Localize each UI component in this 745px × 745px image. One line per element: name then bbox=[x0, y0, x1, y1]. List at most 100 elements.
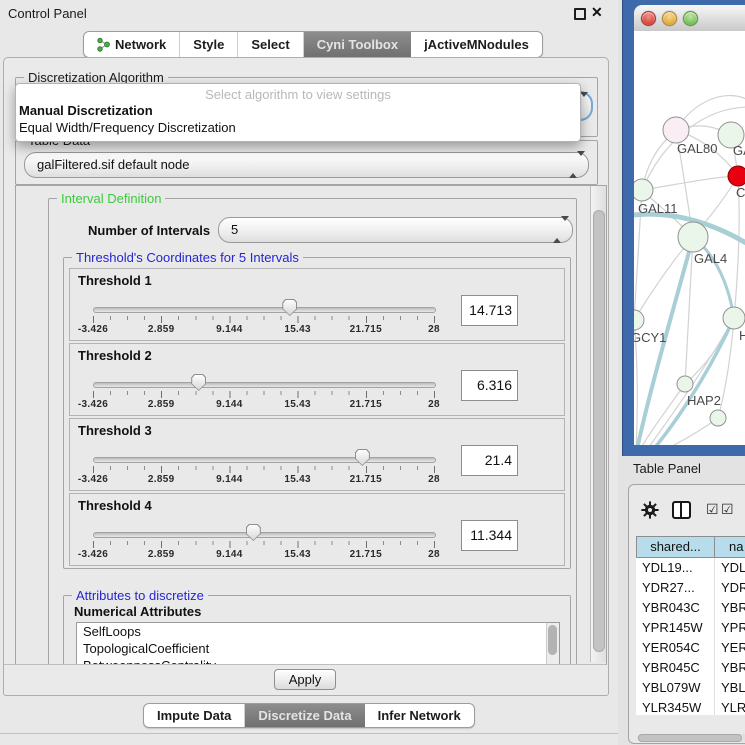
slider-tick-label: 21.715 bbox=[350, 474, 382, 485]
table-row[interactable]: YBL079WYBL0 bbox=[636, 678, 745, 698]
attribute-list-item[interactable]: SelfLoops bbox=[77, 623, 559, 640]
table-row[interactable]: YBR045CYBR0 bbox=[636, 658, 745, 678]
list-scrollbar[interactable] bbox=[546, 623, 559, 665]
network-edge[interactable] bbox=[642, 176, 738, 190]
table-cell: YDL1 bbox=[715, 558, 745, 578]
table-cell: YDR2 bbox=[715, 578, 745, 598]
network-node-gcy1[interactable] bbox=[634, 310, 644, 330]
slider-tick-label: 15.43 bbox=[284, 324, 311, 335]
network-node-label: GA bbox=[733, 143, 745, 158]
table-data-group: Table Data galFiltered.sif default node bbox=[15, 140, 598, 185]
table-settings-gear-icon[interactable] bbox=[641, 501, 659, 519]
number-of-intervals-label: Number of Intervals bbox=[88, 223, 210, 238]
settings-vertical-scrollbar[interactable] bbox=[590, 186, 606, 662]
select-column-checkbox-icon[interactable]: ☑ bbox=[706, 501, 719, 517]
list-scrollbar-thumb[interactable] bbox=[548, 625, 557, 655]
number-of-intervals-select[interactable]: 5 bbox=[218, 217, 573, 243]
tab-cyni-toolbox[interactable]: Cyni Toolbox bbox=[304, 32, 411, 57]
thresholds-coordinates-group: Threshold's Coordinates for 5 Intervals … bbox=[63, 257, 571, 569]
column-header-shared-name[interactable]: shared... bbox=[636, 536, 715, 558]
table-row[interactable]: YDR27...YDR2 bbox=[636, 578, 745, 598]
network-node-gal4[interactable] bbox=[678, 222, 708, 252]
algorithm-option-equal-width-frequency-discretization[interactable]: Equal Width/Frequency Discretization bbox=[19, 120, 236, 135]
table-horizontal-scrollbar[interactable] bbox=[637, 734, 745, 742]
network-edge[interactable] bbox=[636, 418, 718, 445]
table-data-select[interactable]: galFiltered.sif default node bbox=[24, 152, 589, 178]
threshold-value-field[interactable]: 11.344 bbox=[461, 520, 518, 551]
threshold-value-field[interactable]: 6.316 bbox=[461, 370, 518, 401]
algorithm-option-manual-discretization[interactable]: Manual Discretization bbox=[19, 103, 153, 118]
table-row[interactable]: YER054CYER0 bbox=[636, 638, 745, 658]
table-scrollbar-thumb[interactable] bbox=[638, 734, 742, 742]
numerical-attributes-list[interactable]: SelfLoopsTopologicalCoefficientBetweenne… bbox=[76, 622, 560, 665]
slider-tick-label: 9.144 bbox=[216, 324, 243, 335]
network-node-hap2[interactable] bbox=[677, 376, 693, 392]
network-node-h[interactable] bbox=[723, 307, 745, 329]
tab-infer-network[interactable]: Infer Network bbox=[365, 704, 474, 727]
network-node-c[interactable] bbox=[728, 166, 745, 186]
tab-jactivemnodules[interactable]: jActiveMNodules bbox=[411, 32, 542, 57]
slider-tick-label: -3.426 bbox=[78, 549, 108, 560]
slider-tick-label: -3.426 bbox=[78, 399, 108, 410]
threshold-value-field[interactable]: 14.713 bbox=[461, 295, 518, 326]
threshold-slider-track[interactable] bbox=[93, 307, 436, 313]
table-row[interactable]: YLR345WYLR3 bbox=[636, 698, 745, 715]
network-window-titlebar[interactable] bbox=[634, 5, 745, 32]
close-panel-icon[interactable]: ✕ bbox=[591, 4, 603, 21]
threshold-slider-track[interactable] bbox=[93, 457, 436, 463]
threshold-slider-track[interactable] bbox=[93, 532, 436, 538]
group-title-thresholds: Threshold's Coordinates for 5 Intervals bbox=[72, 250, 303, 265]
slider-tick-label: 28 bbox=[428, 324, 440, 335]
numerical-attributes-label: Numerical Attributes bbox=[74, 604, 201, 619]
table-row[interactable]: YDL19...YDL1 bbox=[636, 558, 745, 578]
tab-discretize-data[interactable]: Discretize Data bbox=[245, 704, 364, 727]
column-header-name[interactable]: na bbox=[715, 536, 745, 558]
slider-tick-label: -3.426 bbox=[78, 474, 108, 485]
algorithm-dropdown-popup: Select algorithm to view settings Manual… bbox=[15, 83, 581, 142]
tab-network[interactable]: Network bbox=[84, 32, 180, 57]
threshold-slider-thumb[interactable] bbox=[282, 299, 297, 316]
float-window-icon[interactable] bbox=[574, 8, 586, 20]
minimize-window-icon[interactable] bbox=[662, 11, 677, 26]
network-canvas[interactable]: GAL80GACGAL11GAL4GCY1HHAP2 bbox=[634, 31, 745, 445]
slider-tick-label: 15.43 bbox=[284, 474, 311, 485]
network-node-label: H bbox=[739, 328, 745, 343]
tab-select[interactable]: Select bbox=[238, 32, 303, 57]
tab-label: Style bbox=[193, 37, 224, 52]
tab-impute-data[interactable]: Impute Data bbox=[144, 704, 245, 727]
tab-style[interactable]: Style bbox=[180, 32, 238, 57]
table-row[interactable]: YPR145WYPR1 bbox=[636, 618, 745, 638]
network-node-gal80[interactable] bbox=[663, 117, 689, 143]
split-table-icon[interactable] bbox=[672, 501, 691, 519]
slider-major-ticks bbox=[93, 316, 435, 323]
attribute-list-item[interactable]: TopologicalCoefficient bbox=[77, 640, 559, 657]
table-row[interactable]: YBR043CYBR0 bbox=[636, 598, 745, 618]
threshold-slider-thumb[interactable] bbox=[191, 374, 206, 391]
apply-button-row: Apply bbox=[4, 664, 606, 695]
slider-tick-label: 28 bbox=[428, 549, 440, 560]
select-column-checkbox-icon[interactable]: ☑ bbox=[721, 501, 734, 517]
network-edge[interactable] bbox=[685, 318, 734, 384]
network-node-label: HAP2 bbox=[687, 393, 721, 408]
tab-label: Cyni Toolbox bbox=[317, 37, 398, 52]
threshold-value-field[interactable]: 21.4 bbox=[461, 445, 518, 476]
zoom-window-icon[interactable] bbox=[683, 11, 698, 26]
table-cell: YPR1 bbox=[715, 618, 745, 638]
settings-scrollbar-thumb[interactable] bbox=[593, 210, 605, 652]
apply-button[interactable]: Apply bbox=[274, 669, 336, 690]
table-cell: YLR3 bbox=[715, 698, 745, 715]
threshold-panel-4: Threshold 4-3.4262.8599.14415.4321.71528… bbox=[69, 493, 565, 566]
slider-tick-label: 2.859 bbox=[148, 324, 175, 335]
threshold-panel-3: Threshold 3-3.4262.8599.14415.4321.71528… bbox=[69, 418, 565, 491]
panel-bottom-divider bbox=[0, 733, 618, 734]
network-node-gal11[interactable] bbox=[634, 179, 653, 201]
slider-tick-label: 28 bbox=[428, 399, 440, 410]
slider-tick-label: 21.715 bbox=[350, 549, 382, 560]
threshold-slider-track[interactable] bbox=[93, 382, 436, 388]
close-window-icon[interactable] bbox=[641, 11, 656, 26]
threshold-slider-thumb[interactable] bbox=[246, 524, 261, 541]
threshold-slider-thumb[interactable] bbox=[355, 449, 370, 466]
network-node[interactable] bbox=[710, 410, 726, 426]
slider-tick-label: 15.43 bbox=[284, 399, 311, 410]
table-cell: YLR345W bbox=[636, 698, 715, 715]
